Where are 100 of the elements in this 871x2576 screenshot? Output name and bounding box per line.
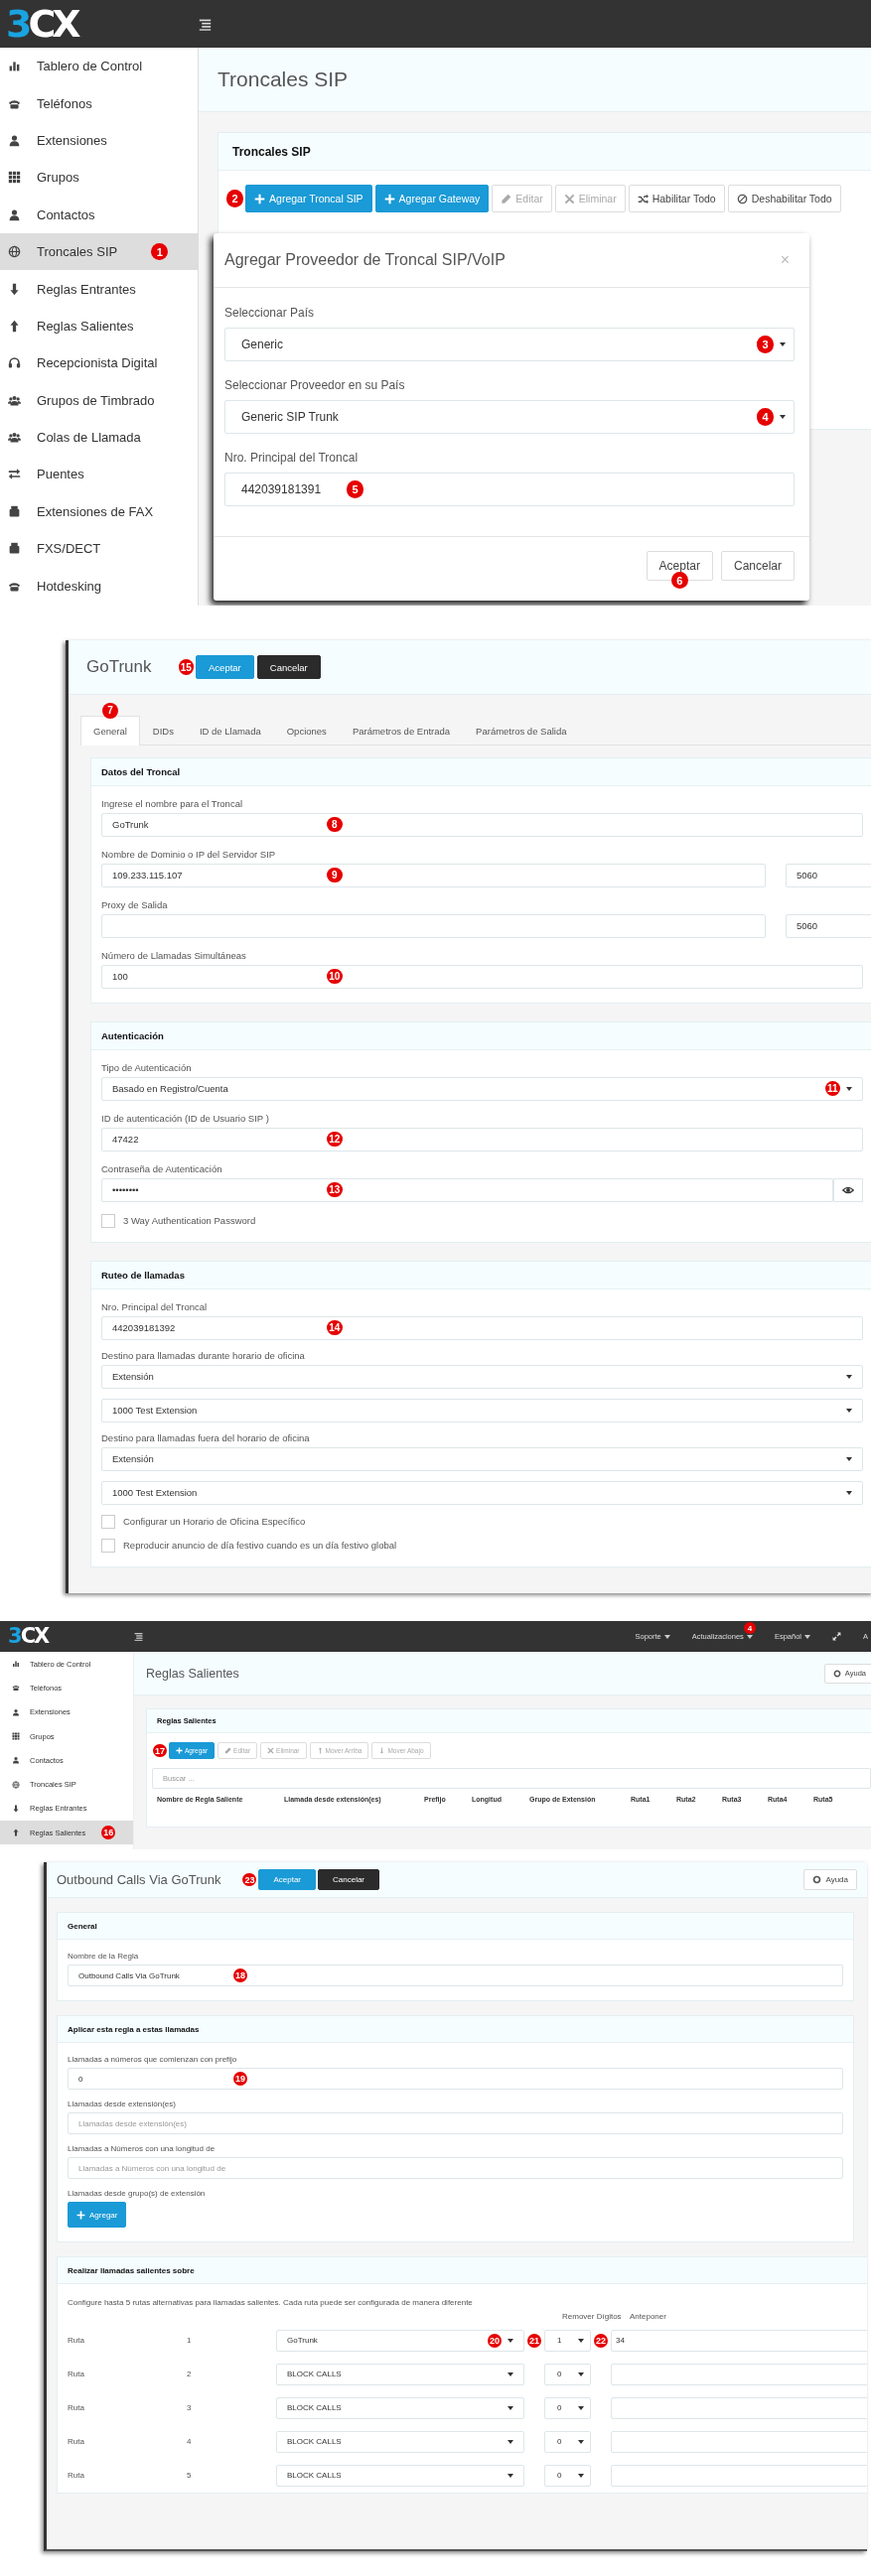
plus-icon <box>175 1747 183 1754</box>
text-field[interactable] <box>611 2363 867 2385</box>
text-field[interactable] <box>611 2430 867 2453</box>
select-field[interactable]: Generic 3 <box>224 328 795 361</box>
step-badge: 18 <box>233 1968 247 1982</box>
tab[interactable]: Opciones <box>273 715 340 745</box>
select-field[interactable]: BLOCK CALLS <box>276 2363 524 2385</box>
sidebar-item[interactable]: Reglas Salientes <box>0 307 198 345</box>
step-badge: 23 <box>242 1872 257 1887</box>
checkbox-label: Configurar un Horario de Oficina Específico <box>123 1516 306 1527</box>
route-label: Ruta <box>68 2471 85 2481</box>
text-field[interactable]: Llamadas a Números con una longitud de <box>68 2157 843 2179</box>
text-field[interactable]: 47422 12 <box>101 1127 863 1152</box>
cancel-button[interactable]: Cancelar <box>256 655 321 679</box>
sidebar-item[interactable]: Tablero de Control <box>0 48 198 85</box>
tab[interactable]: ID de Llamada <box>186 715 274 745</box>
select-field[interactable]: 0 <box>544 2430 591 2453</box>
select-field[interactable]: BLOCK CALLS <box>276 2396 524 2419</box>
step-badge: 8 <box>327 816 343 833</box>
bar-chart-icon <box>8 60 21 73</box>
text-field[interactable]: 100 10 <box>101 964 863 989</box>
dialog-button[interactable]: Cancelar <box>720 551 795 581</box>
port-field[interactable]: 5060 <box>786 863 871 887</box>
arrow-down-icon <box>8 282 21 296</box>
step-badge: 21 <box>527 2333 541 2348</box>
step-badge: 7 <box>102 703 118 719</box>
help-button[interactable]: Ayuda <box>803 1869 857 1890</box>
sidebar-item[interactable]: Reglas Entrantes <box>0 270 198 308</box>
select-field[interactable]: BLOCK CALLS <box>276 2430 524 2453</box>
select-field[interactable]: Generic SIP Trunk 4 <box>224 400 795 434</box>
pencil-icon <box>501 193 512 204</box>
text-field[interactable]: 442039181391 5 <box>224 473 795 506</box>
checkbox[interactable] <box>101 1514 115 1529</box>
field-label: Seleccionar Proveedor en su País <box>224 378 406 392</box>
tab[interactable]: Parámetros de Entrada <box>339 715 464 745</box>
show-password-button[interactable] <box>833 1177 863 1202</box>
password-field[interactable]: •••••••• 13 <box>101 1177 833 1202</box>
text-field[interactable] <box>101 913 766 938</box>
select-field[interactable]: BLOCK CALLS <box>276 2464 524 2487</box>
select-field[interactable]: Extensión <box>101 1446 863 1471</box>
text-field[interactable]: GoTrunk 8 <box>101 812 863 837</box>
fax-icon <box>8 542 21 556</box>
sidebar-item[interactable]: Puentes <box>0 456 198 493</box>
port-field[interactable]: 5060 <box>786 913 871 938</box>
sidebar-item[interactable]: Teléfonos <box>0 84 198 122</box>
select-field[interactable]: 1 <box>544 2329 591 2352</box>
cancel-button[interactable]: Cancelar <box>318 1869 379 1890</box>
select-field[interactable]: 1000 Test Extension <box>101 1480 863 1505</box>
card-title: Troncales SIP <box>218 133 871 171</box>
toolbar-button[interactable]: Deshabilitar Todo <box>727 185 841 212</box>
sidebar-item[interactable]: Hotdesking <box>0 567 198 605</box>
text-field[interactable]: Llamadas desde extensión(es) <box>68 2112 843 2134</box>
step-badge: 12 <box>327 1131 343 1148</box>
select-field[interactable]: Extensión <box>101 1364 863 1389</box>
caret-icon <box>578 2439 584 2444</box>
tab[interactable]: General <box>80 715 140 746</box>
sidebar-item[interactable]: Recepcionista Digital <box>0 344 198 382</box>
sidebar-item[interactable]: Contactos <box>0 196 198 233</box>
sidebar-item[interactable]: Colas de Llamada <box>0 418 198 457</box>
section-title: Ruteo de llamadas <box>91 1261 871 1289</box>
sidebar-item[interactable]: Extensiones de FAX <box>0 492 198 531</box>
text-field[interactable]: 109.233.115.107 9 <box>101 863 766 887</box>
select-field[interactable]: 0 <box>544 2363 591 2385</box>
text-field[interactable] <box>611 2396 867 2419</box>
text-field[interactable]: 0 19 <box>68 2068 843 2090</box>
select-field[interactable]: GoTrunk 20 <box>276 2329 524 2352</box>
select-field[interactable]: 1000 Test Extension <box>101 1398 863 1423</box>
sidebar-item[interactable]: Troncales SIP 1 <box>0 232 198 271</box>
checkbox[interactable] <box>101 1213 115 1228</box>
route-label: Ruta <box>68 2437 85 2447</box>
plus-icon <box>76 2210 85 2220</box>
text-field[interactable]: 34 <box>611 2329 867 2352</box>
lifebuoy-icon <box>812 1875 822 1884</box>
field-label: Número de Llamadas Simultáneas <box>101 949 247 961</box>
sidebar-item[interactable]: FXS/DECT <box>0 530 198 568</box>
sidebar-item[interactable]: Grupos <box>0 159 198 197</box>
menu-icon <box>199 17 212 31</box>
logo: 3CX <box>7 1626 50 1647</box>
checkbox[interactable] <box>101 1538 115 1553</box>
field-label: Destino para llamadas fuera del horario de oficina <box>101 1431 311 1443</box>
select-field[interactable]: Basado en Registro/Cuenta 11 <box>101 1076 863 1101</box>
step-badge: 13 <box>327 1181 343 1198</box>
text-field[interactable]: 442039181392 14 <box>101 1315 863 1340</box>
sidebar-item[interactable]: Grupos de Timbrado <box>0 381 198 419</box>
text-field[interactable]: Outbound Calls Via GoTrunk 18 <box>68 1965 843 1986</box>
tab[interactable]: DIDs <box>139 715 187 745</box>
tab[interactable]: Parámetros de Salida <box>463 715 580 745</box>
field-label: Llamadas a Números con una longitud de <box>68 2144 217 2153</box>
arrow-down-icon <box>378 1747 386 1754</box>
expand-icon <box>832 1632 841 1641</box>
select-field[interactable]: 0 <box>544 2464 591 2487</box>
field-label: Proxy de Salida <box>101 898 169 910</box>
text-field[interactable] <box>611 2464 867 2487</box>
select-field[interactable]: 0 <box>544 2396 591 2419</box>
step-badge: 14 <box>327 1319 343 1336</box>
sidebar-item[interactable]: Extensiones <box>0 121 198 160</box>
field-label: ID de autenticación (ID de Usuario SIP ) <box>101 1112 270 1124</box>
plus-icon <box>383 193 395 204</box>
toolbar-button[interactable]: Habilitar Todo <box>628 185 725 212</box>
step-badge: 1 <box>151 243 169 261</box>
